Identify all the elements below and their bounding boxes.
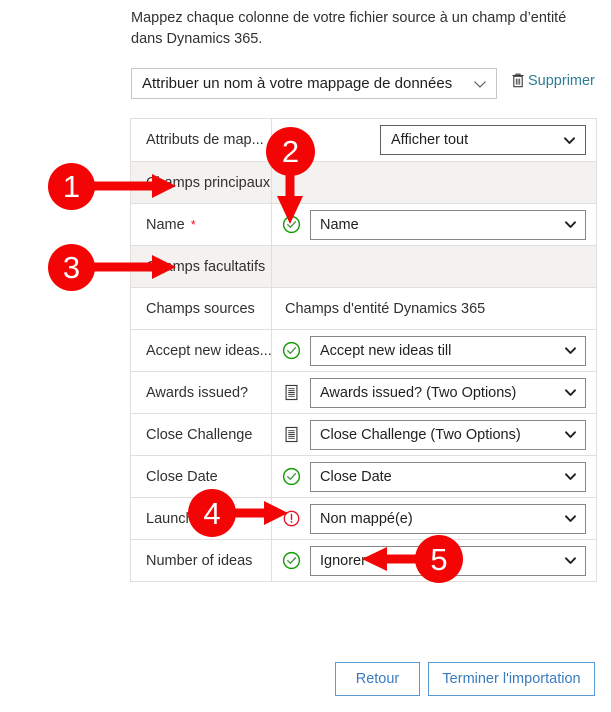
target-field-cell: Close Challenge (Two Options) bbox=[310, 419, 596, 450]
chevron-down-icon bbox=[564, 218, 577, 231]
target-field-cell: Name bbox=[310, 209, 596, 240]
target-field-select[interactable]: Name bbox=[310, 209, 586, 240]
import-data-mapping-screen: Mappez chaque colonne de votre fichier s… bbox=[0, 0, 611, 712]
attributes-filter-value: Afficher tout bbox=[391, 132, 469, 148]
chevron-down-icon bbox=[564, 344, 577, 357]
source-field-label: Launch bbox=[131, 511, 271, 527]
status-cell bbox=[272, 383, 310, 402]
chevron-down-icon bbox=[564, 428, 577, 441]
target-field-value: Non mappé(e) bbox=[320, 510, 413, 527]
target-field-value: Close Date bbox=[320, 468, 392, 485]
callout-badge-3: 3 bbox=[48, 244, 95, 291]
target-field-value: Name bbox=[320, 216, 359, 233]
attributes-label: Attributs de map... bbox=[146, 132, 264, 148]
source-field-name: Close Date bbox=[146, 468, 218, 485]
list-document-icon bbox=[282, 425, 301, 444]
table-column-headers: Champs sources Champs d'entité Dynamics … bbox=[131, 288, 596, 330]
chevron-down-icon bbox=[472, 76, 488, 92]
source-field-label: Awards issued? bbox=[131, 385, 271, 401]
source-field-label: Name * bbox=[131, 217, 271, 233]
table-row: Number of ideas Ignorer bbox=[131, 540, 596, 582]
target-field-select[interactable]: Non mappé(e) bbox=[310, 503, 586, 534]
check-circle-icon bbox=[282, 551, 301, 570]
table-row: Awards issued? Awards issued? (Two Option… bbox=[131, 372, 596, 414]
mapping-name-select[interactable]: Attribuer un nom à votre mappage de donn… bbox=[131, 68, 497, 99]
warning-circle-icon bbox=[282, 509, 301, 528]
attributes-filter-cell: Afficher tout bbox=[310, 125, 596, 155]
target-field-cell: Close Date bbox=[310, 461, 596, 492]
source-field-name: Awards issued? bbox=[146, 384, 249, 401]
chevron-down-icon bbox=[564, 470, 577, 483]
list-document-icon bbox=[282, 383, 301, 402]
target-field-cell: Ignorer bbox=[310, 545, 596, 576]
table-row: Close Challenge Close Challenge (Two Opti… bbox=[131, 414, 596, 456]
source-field-name: Number of ideas bbox=[146, 552, 253, 569]
source-field-label: Accept new ideas... bbox=[131, 343, 271, 359]
chevron-down-icon bbox=[564, 554, 577, 567]
group-primary-label: Champs principaux bbox=[146, 174, 271, 191]
target-field-select[interactable]: Accept new ideas till bbox=[310, 335, 586, 366]
column-divider bbox=[271, 246, 272, 287]
required-marker: * bbox=[190, 217, 196, 232]
source-field-name: Name bbox=[146, 216, 185, 233]
attributes-filter-select[interactable]: Afficher tout bbox=[380, 125, 586, 155]
target-field-value: Awards issued? (Two Options) bbox=[320, 384, 517, 401]
table-group-primary-fields: Champs principaux bbox=[131, 162, 596, 204]
table-row: Launch Non mappé(e) bbox=[131, 498, 596, 540]
source-field-name: Accept new ideas... bbox=[146, 342, 271, 359]
back-button[interactable]: Retour bbox=[335, 662, 420, 696]
group-optional-label: Champs facultatifs bbox=[146, 258, 266, 275]
status-cell bbox=[272, 467, 310, 486]
check-circle-icon bbox=[282, 215, 301, 234]
chevron-down-icon bbox=[563, 134, 576, 147]
status-cell bbox=[272, 425, 310, 444]
status-cell bbox=[272, 551, 310, 570]
table-row-attributes-filter: Attributs de map... Afficher tout bbox=[131, 119, 596, 162]
callout-badge-1: 1 bbox=[48, 163, 95, 210]
column-header-source: Champs sources bbox=[146, 300, 255, 317]
target-field-cell: Awards issued? (Two Options) bbox=[310, 377, 596, 408]
delete-mapping-label: Supprimer bbox=[528, 72, 595, 89]
target-field-select[interactable]: Close Challenge (Two Options) bbox=[310, 419, 586, 450]
trash-icon bbox=[510, 72, 526, 89]
source-field-name: Close Challenge bbox=[146, 426, 253, 443]
table-row: Accept new ideas... Accept new ideas till bbox=[131, 330, 596, 372]
column-header-target: Champs d'entité Dynamics 365 bbox=[285, 300, 486, 317]
source-field-label: Number of ideas bbox=[131, 553, 271, 569]
table-row: Name * Name bbox=[131, 204, 596, 246]
chevron-down-icon bbox=[564, 386, 577, 399]
finish-import-button[interactable]: Terminer l'importation bbox=[428, 662, 595, 696]
check-circle-icon bbox=[282, 341, 301, 360]
status-cell bbox=[272, 341, 310, 360]
column-divider bbox=[271, 119, 272, 161]
check-circle-icon bbox=[282, 467, 301, 486]
target-field-select[interactable]: Close Date bbox=[310, 461, 586, 492]
mapping-name-value: Attribuer un nom à votre mappage de donn… bbox=[142, 75, 453, 92]
target-field-value: Accept new ideas till bbox=[320, 342, 452, 359]
target-field-cell: Non mappé(e) bbox=[310, 503, 596, 534]
target-field-select[interactable]: Ignorer bbox=[310, 545, 586, 576]
target-field-select[interactable]: Awards issued? (Two Options) bbox=[310, 377, 586, 408]
table-row: Close Date Close Date bbox=[131, 456, 596, 498]
field-mapping-table: Attributs de map... Afficher tout Champs… bbox=[130, 118, 597, 582]
status-cell bbox=[272, 215, 310, 234]
chevron-down-icon bbox=[564, 512, 577, 525]
table-body: Accept new ideas... Accept new ideas till… bbox=[131, 330, 596, 582]
page-description: Mappez chaque colonne de votre fichier s… bbox=[131, 10, 567, 47]
column-divider bbox=[271, 162, 272, 203]
callout-number: 1 bbox=[62, 169, 81, 204]
target-field-cell: Accept new ideas till bbox=[310, 335, 596, 366]
source-field-label: Close Challenge bbox=[131, 427, 271, 443]
target-field-value: Ignorer bbox=[320, 552, 366, 569]
target-field-value: Close Challenge (Two Options) bbox=[320, 426, 521, 443]
source-field-label: Close Date bbox=[131, 469, 271, 485]
source-field-name: Launch bbox=[146, 510, 194, 527]
status-cell bbox=[272, 509, 310, 528]
table-group-optional-fields: Champs facultatifs bbox=[131, 246, 596, 288]
callout-number: 3 bbox=[62, 250, 81, 285]
delete-mapping-link[interactable]: Supprimer bbox=[510, 72, 595, 89]
